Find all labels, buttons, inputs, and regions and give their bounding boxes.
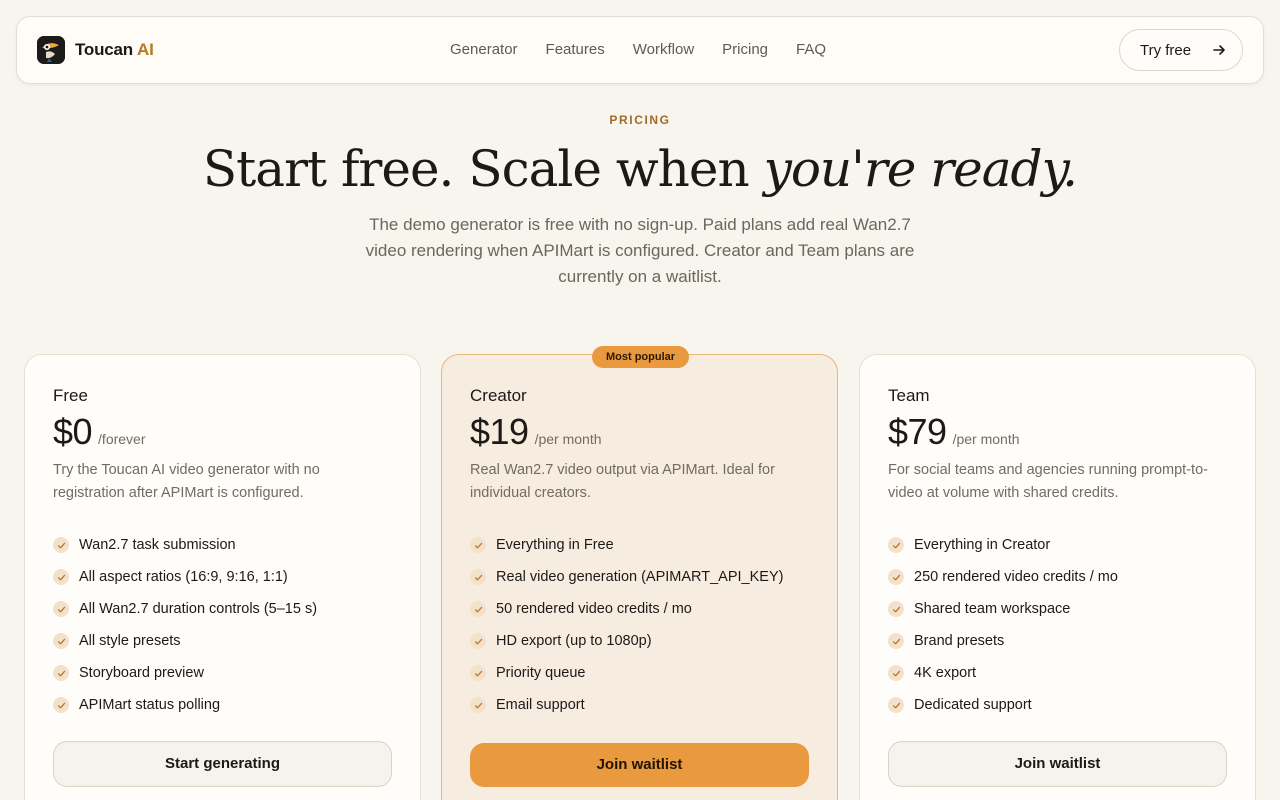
feature-label: APIMart status polling: [79, 697, 221, 713]
plan-description: Try the Toucan AI video generator with n…: [53, 462, 320, 501]
price-row: $79 /per month: [888, 411, 1020, 453]
nav-link-generator[interactable]: Generator: [450, 41, 518, 58]
check-icon: [888, 633, 904, 649]
feature-item: Priority queue: [470, 657, 783, 689]
nav-link-faq[interactable]: FAQ: [796, 41, 826, 58]
feature-item: Dedicated support: [888, 689, 1118, 721]
feature-item: Brand presets: [888, 625, 1118, 657]
start-generating-button[interactable]: Start generating: [53, 741, 392, 787]
feature-label: Everything in Creator: [914, 537, 1051, 553]
plan-price: $79: [888, 411, 947, 452]
feature-item: Shared team workspace: [888, 593, 1118, 625]
feature-item: All aspect ratios (16:9, 9:16, 1:1): [53, 561, 317, 593]
feature-label: Wan2.7 task submission: [79, 537, 236, 553]
feature-item: Wan2.7 task submission: [53, 529, 317, 561]
check-icon: [470, 569, 486, 585]
nav-link-features[interactable]: Features: [546, 41, 605, 58]
feature-item: All Wan2.7 duration controls (5–15 s): [53, 593, 317, 625]
plan-description: Real Wan2.7 video output via APIMart. Id…: [470, 462, 775, 501]
toucan-logo-icon: [37, 36, 65, 64]
check-icon: [470, 537, 486, 553]
check-icon: [53, 697, 69, 713]
plan-description: For social teams and agencies running pr…: [888, 462, 1208, 501]
feature-item: All style presets: [53, 625, 317, 657]
feature-label: Dedicated support: [914, 697, 1032, 713]
plan-card-team: Team $79 /per month For social teams and…: [859, 354, 1256, 800]
feature-list: Wan2.7 task submission All aspect ratios…: [53, 529, 317, 721]
check-icon: [888, 537, 904, 553]
section-eyebrow: PRICING: [609, 113, 671, 127]
feature-label: Email support: [496, 697, 585, 713]
check-icon: [470, 601, 486, 617]
price-row: $0 /forever: [53, 411, 146, 453]
check-icon: [53, 569, 69, 585]
plan-period: /forever: [98, 431, 146, 447]
feature-list: Everything in Free Real video generation…: [470, 529, 783, 721]
feature-item: Email support: [470, 689, 783, 721]
feature-item: 50 rendered video credits / mo: [470, 593, 783, 625]
check-icon: [470, 633, 486, 649]
feature-label: All aspect ratios (16:9, 9:16, 1:1): [79, 569, 288, 585]
check-icon: [888, 665, 904, 681]
page-subtitle: The demo generator is free with no sign-…: [365, 215, 915, 286]
price-row: $19 /per month: [470, 411, 602, 453]
arrow-right-icon: [1212, 43, 1226, 62]
feature-label: HD export (up to 1080p): [496, 633, 652, 649]
page-title: Start free. Scale when you're ready.: [202, 140, 1078, 198]
feature-label: Storyboard preview: [79, 665, 204, 681]
brand-name: Toucan AI: [75, 40, 154, 59]
join-waitlist-button[interactable]: Join waitlist: [470, 743, 809, 787]
most-popular-badge: Most popular: [592, 346, 689, 368]
plan-card-free: Free $0 /forever Try the Toucan AI video…: [24, 354, 421, 800]
nav-links: Generator Features Workflow Pricing FAQ: [450, 41, 854, 58]
feature-item: Real video generation (APIMART_API_KEY): [470, 561, 783, 593]
feature-item: 4K export: [888, 657, 1118, 689]
feature-label: Real video generation (APIMART_API_KEY): [496, 569, 784, 585]
check-icon: [888, 697, 904, 713]
top-navbar: Toucan AI Generator Features Workflow Pri…: [16, 16, 1264, 84]
nav-link-pricing[interactable]: Pricing: [722, 41, 768, 58]
try-free-button[interactable]: Try free: [1119, 29, 1243, 71]
feature-list: Everything in Creator 250 rendered video…: [888, 529, 1118, 721]
feature-item: HD export (up to 1080p): [470, 625, 783, 657]
plan-price: $0: [53, 411, 93, 452]
feature-item: Everything in Creator: [888, 529, 1118, 561]
feature-label: 50 rendered video credits / mo: [496, 601, 692, 617]
feature-label: Brand presets: [914, 633, 1005, 649]
nav-link-workflow[interactable]: Workflow: [633, 41, 694, 58]
feature-label: 4K export: [914, 665, 977, 681]
plan-name: Team: [888, 386, 930, 405]
check-icon: [53, 633, 69, 649]
feature-label: All Wan2.7 duration controls (5–15 s): [79, 601, 318, 617]
brand[interactable]: Toucan AI: [37, 36, 154, 64]
check-icon: [470, 665, 486, 681]
feature-label: Shared team workspace: [914, 601, 1071, 617]
feature-item: Everything in Free: [470, 529, 783, 561]
join-waitlist-button[interactable]: Join waitlist: [888, 741, 1227, 787]
feature-label: Everything in Free: [496, 537, 614, 553]
check-icon: [53, 665, 69, 681]
feature-label: 250 rendered video credits / mo: [914, 569, 1118, 585]
plan-period: /per month: [534, 431, 602, 447]
check-icon: [888, 601, 904, 617]
check-icon: [470, 697, 486, 713]
feature-item: APIMart status polling: [53, 689, 317, 721]
feature-label: Priority queue: [496, 665, 586, 681]
check-icon: [53, 601, 69, 617]
plan-period: /per month: [952, 431, 1020, 447]
feature-item: 250 rendered video credits / mo: [888, 561, 1118, 593]
check-icon: [888, 569, 904, 585]
feature-label: All style presets: [79, 633, 181, 649]
try-free-label: Try free: [1140, 41, 1192, 59]
feature-item: Storyboard preview: [53, 657, 317, 689]
plan-price: $19: [470, 411, 529, 452]
check-icon: [53, 537, 69, 553]
plan-name: Free: [53, 386, 88, 405]
plan-card-creator: Most popular Creator $19 /per month Real…: [441, 346, 838, 800]
plan-name: Creator: [470, 386, 527, 405]
